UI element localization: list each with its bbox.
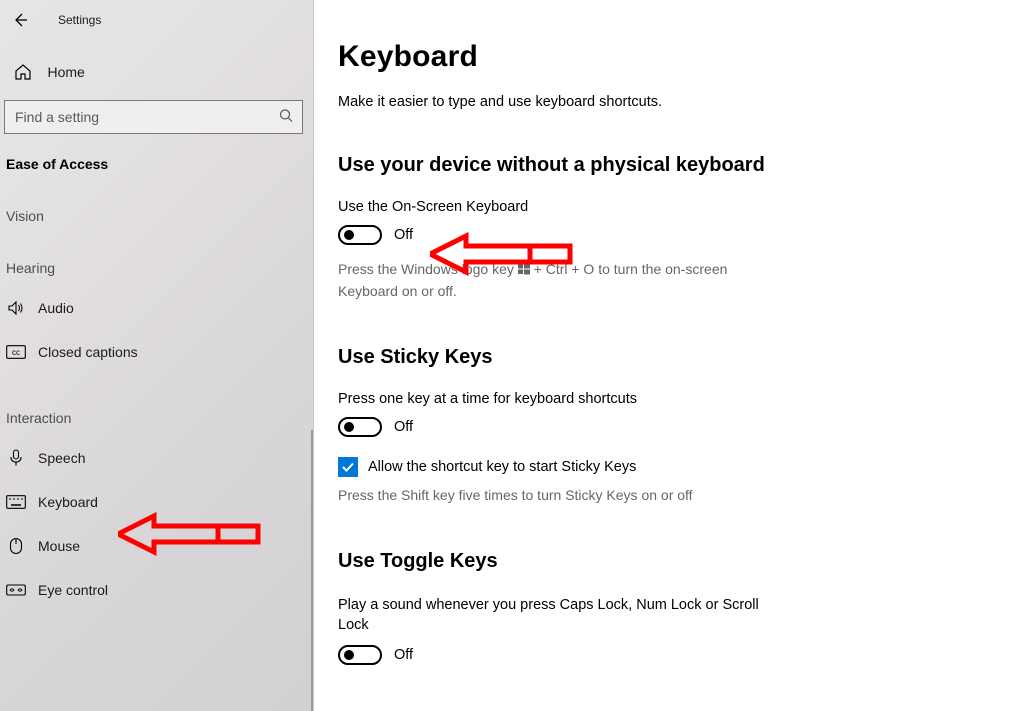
nav-keyboard[interactable]: Keyboard: [0, 480, 313, 524]
sticky-label: Press one key at a time for keyboard sho…: [338, 391, 1000, 407]
svg-text:cc: cc: [12, 348, 20, 357]
sidebar: Settings Home Ease of Access Vision Hear…: [0, 0, 314, 711]
search-icon: [278, 108, 294, 127]
nav-label: Closed captions: [38, 344, 138, 360]
sidebar-group-interaction: Interaction: [0, 410, 313, 426]
nav-audio[interactable]: Audio: [0, 286, 313, 330]
section-heading-togglekeys: Use Toggle Keys: [338, 550, 1000, 573]
osk-label: Use the On-Screen Keyboard: [338, 199, 1000, 215]
microphone-icon: [6, 449, 26, 467]
search-input[interactable]: [15, 109, 268, 125]
search-input-wrap[interactable]: [4, 100, 303, 134]
nav-label: Speech: [38, 450, 85, 466]
windows-logo-icon: [518, 260, 530, 281]
nav-eye-control[interactable]: Eye control: [0, 568, 313, 612]
nav-home-label: Home: [48, 64, 85, 80]
eye-control-icon: [6, 583, 26, 597]
nav-label: Mouse: [38, 538, 80, 554]
home-icon: [13, 63, 33, 81]
osk-toggle-state: Off: [394, 227, 413, 243]
cc-icon: cc: [6, 345, 26, 359]
togglekeys-toggle-state: Off: [394, 647, 413, 663]
sticky-shortcut-hint: Press the Shift key five times to turn S…: [338, 485, 778, 506]
section-heading-osk: Use your device without a physical keybo…: [338, 154, 1000, 177]
keyboard-icon: [6, 495, 26, 509]
togglekeys-label: Play a sound whenever you press Caps Loc…: [338, 595, 778, 636]
nav-label: Eye control: [38, 582, 108, 598]
sidebar-group-hearing: Hearing: [0, 260, 313, 276]
nav-label: Keyboard: [38, 494, 98, 510]
mouse-icon: [6, 537, 26, 555]
togglekeys-toggle[interactable]: [338, 645, 382, 665]
sidebar-divider: [311, 430, 313, 711]
nav-label: Audio: [38, 300, 74, 316]
sticky-shortcut-label: Allow the shortcut key to start Sticky K…: [368, 459, 636, 475]
window-title: Settings: [58, 13, 101, 27]
checkmark-icon: [341, 460, 355, 474]
nav-speech[interactable]: Speech: [0, 436, 313, 480]
back-button[interactable]: [8, 8, 32, 32]
section-heading-sticky: Use Sticky Keys: [338, 346, 1000, 369]
nav-mouse[interactable]: Mouse: [0, 524, 313, 568]
main-panel: Keyboard Make it easier to type and use …: [314, 0, 1024, 711]
nav-closed-captions[interactable]: cc Closed captions: [0, 330, 313, 374]
nav-home[interactable]: Home: [0, 52, 313, 92]
sticky-shortcut-checkbox[interactable]: [338, 457, 358, 477]
page-subtitle: Make it easier to type and use keyboard …: [338, 94, 1000, 110]
speaker-icon: [6, 299, 26, 317]
sidebar-group-vision: Vision: [0, 208, 313, 224]
page-title: Keyboard: [338, 40, 1000, 74]
osk-hint: Press the Windows logo key + Ctrl + O to…: [338, 259, 778, 302]
sticky-toggle[interactable]: [338, 417, 382, 437]
sidebar-category: Ease of Access: [0, 156, 313, 172]
osk-toggle[interactable]: [338, 225, 382, 245]
sticky-toggle-state: Off: [394, 419, 413, 435]
arrow-left-icon: [12, 12, 28, 28]
